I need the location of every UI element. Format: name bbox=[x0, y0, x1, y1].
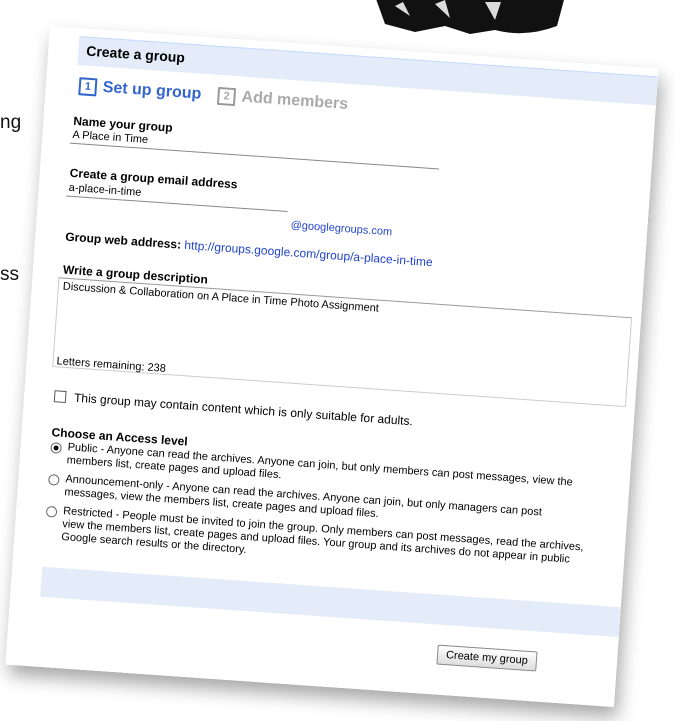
wizard-steps: 1 Set up group 2 Add members bbox=[78, 76, 360, 115]
create-group-card: Create a group 1 Set up group 2 Add memb… bbox=[5, 26, 659, 707]
card-body: Create a group 1 Set up group 2 Add memb… bbox=[5, 26, 659, 707]
adult-content-label: This group may contain content which is … bbox=[73, 390, 414, 429]
page-title: Create a group bbox=[85, 42, 186, 66]
step-setup: 1 Set up group bbox=[78, 77, 202, 104]
footer-band bbox=[40, 566, 621, 638]
create-group-button[interactable]: Create my group bbox=[436, 644, 538, 672]
adult-content-checkbox[interactable] bbox=[53, 390, 67, 404]
description-textarea[interactable]: Discussion & Collaboration on A Place in… bbox=[52, 277, 633, 408]
slide-text-fragment: ng bbox=[0, 112, 22, 133]
step-number: 2 bbox=[217, 86, 237, 107]
web-address-link[interactable]: http://groups.google.com/group/a-place-i… bbox=[184, 238, 433, 269]
group-name-underline bbox=[69, 142, 440, 170]
email-domain-suffix: @googlegroups.com bbox=[290, 219, 393, 239]
step-label: Set up group bbox=[102, 78, 202, 103]
slide-text-fragment: ss bbox=[0, 264, 19, 285]
step-label: Add members bbox=[241, 88, 349, 113]
radio-announcement[interactable] bbox=[47, 474, 60, 486]
group-email-underline bbox=[66, 195, 288, 213]
clipart-image bbox=[376, 0, 564, 34]
radio-restricted[interactable] bbox=[45, 505, 58, 518]
step-add-members: 2 Add members bbox=[217, 86, 349, 114]
radio-public[interactable] bbox=[50, 442, 62, 454]
web-address-label: Group web address: bbox=[64, 229, 182, 252]
adult-content-row: This group may contain content which is … bbox=[53, 389, 414, 429]
step-number: 1 bbox=[78, 77, 98, 97]
